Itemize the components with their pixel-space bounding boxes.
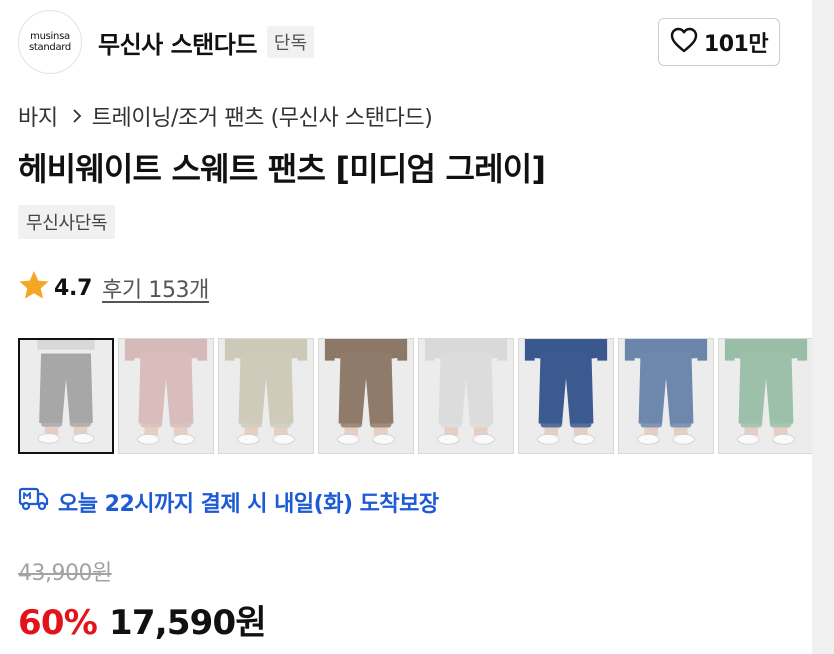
- price-row: 60% 17,590원: [18, 595, 267, 644]
- breadcrumb-category[interactable]: 바지: [18, 100, 58, 132]
- color-thumbnail-blue-gray[interactable]: [618, 338, 714, 454]
- color-thumbnail-light-gray[interactable]: [418, 338, 514, 454]
- color-thumbnail-medium-gray[interactable]: [18, 338, 114, 454]
- delivery-text: 오늘 22시까지 결제 시 내일(화) 도착보장: [58, 492, 439, 517]
- chevron-right-icon: [72, 109, 82, 123]
- brand-exclusive-tag: 단독: [266, 26, 315, 58]
- color-thumbnail-mint[interactable]: [718, 338, 812, 454]
- brand-logo[interactable]: musinsa standard: [18, 10, 82, 74]
- like-count: 101만: [703, 32, 769, 57]
- brand-header: musinsa standard 무신사 스탠다드 단독 101만: [18, 10, 780, 74]
- color-thumbnail-brown[interactable]: [318, 338, 414, 454]
- star-icon: [18, 270, 50, 306]
- breadcrumb: 바지 트레이닝/조거 팬츠 (무신사 스탠다드): [18, 100, 433, 132]
- rating-score: 4.7: [54, 275, 93, 301]
- color-thumbnail-pink[interactable]: [118, 338, 214, 454]
- color-thumbnail-strip: [18, 338, 812, 454]
- delivery-guarantee: 오늘 22시까지 결제 시 내일(화) 도착보장: [18, 486, 439, 518]
- breadcrumb-subcategory[interactable]: 트레이닝/조거 팬츠 (무신사 스탠다드): [92, 100, 433, 132]
- brand-name[interactable]: 무신사 스탠다드: [98, 25, 257, 60]
- color-thumbnail-beige[interactable]: [218, 338, 314, 454]
- discount-rate: 60%: [18, 603, 98, 643]
- color-thumbnail-navy[interactable]: [518, 338, 614, 454]
- original-price: 43,900원: [18, 561, 112, 586]
- product-title: 헤비웨이트 스웨트 팬츠 [미디엄 그레이]: [18, 150, 546, 188]
- heart-icon: [670, 27, 698, 57]
- final-price: 17,590원: [108, 603, 267, 643]
- right-gutter: [812, 0, 834, 654]
- rating-row: 4.7 후기 153개: [18, 270, 209, 306]
- like-button[interactable]: 101만: [658, 18, 780, 66]
- delivery-truck-icon: [18, 486, 50, 518]
- brand-logo-line1: musinsa: [30, 31, 70, 42]
- review-count-link[interactable]: 후기 153개: [102, 272, 209, 304]
- brand-logo-line2: standard: [29, 42, 71, 53]
- exclusive-badge: 무신사단독: [18, 205, 116, 239]
